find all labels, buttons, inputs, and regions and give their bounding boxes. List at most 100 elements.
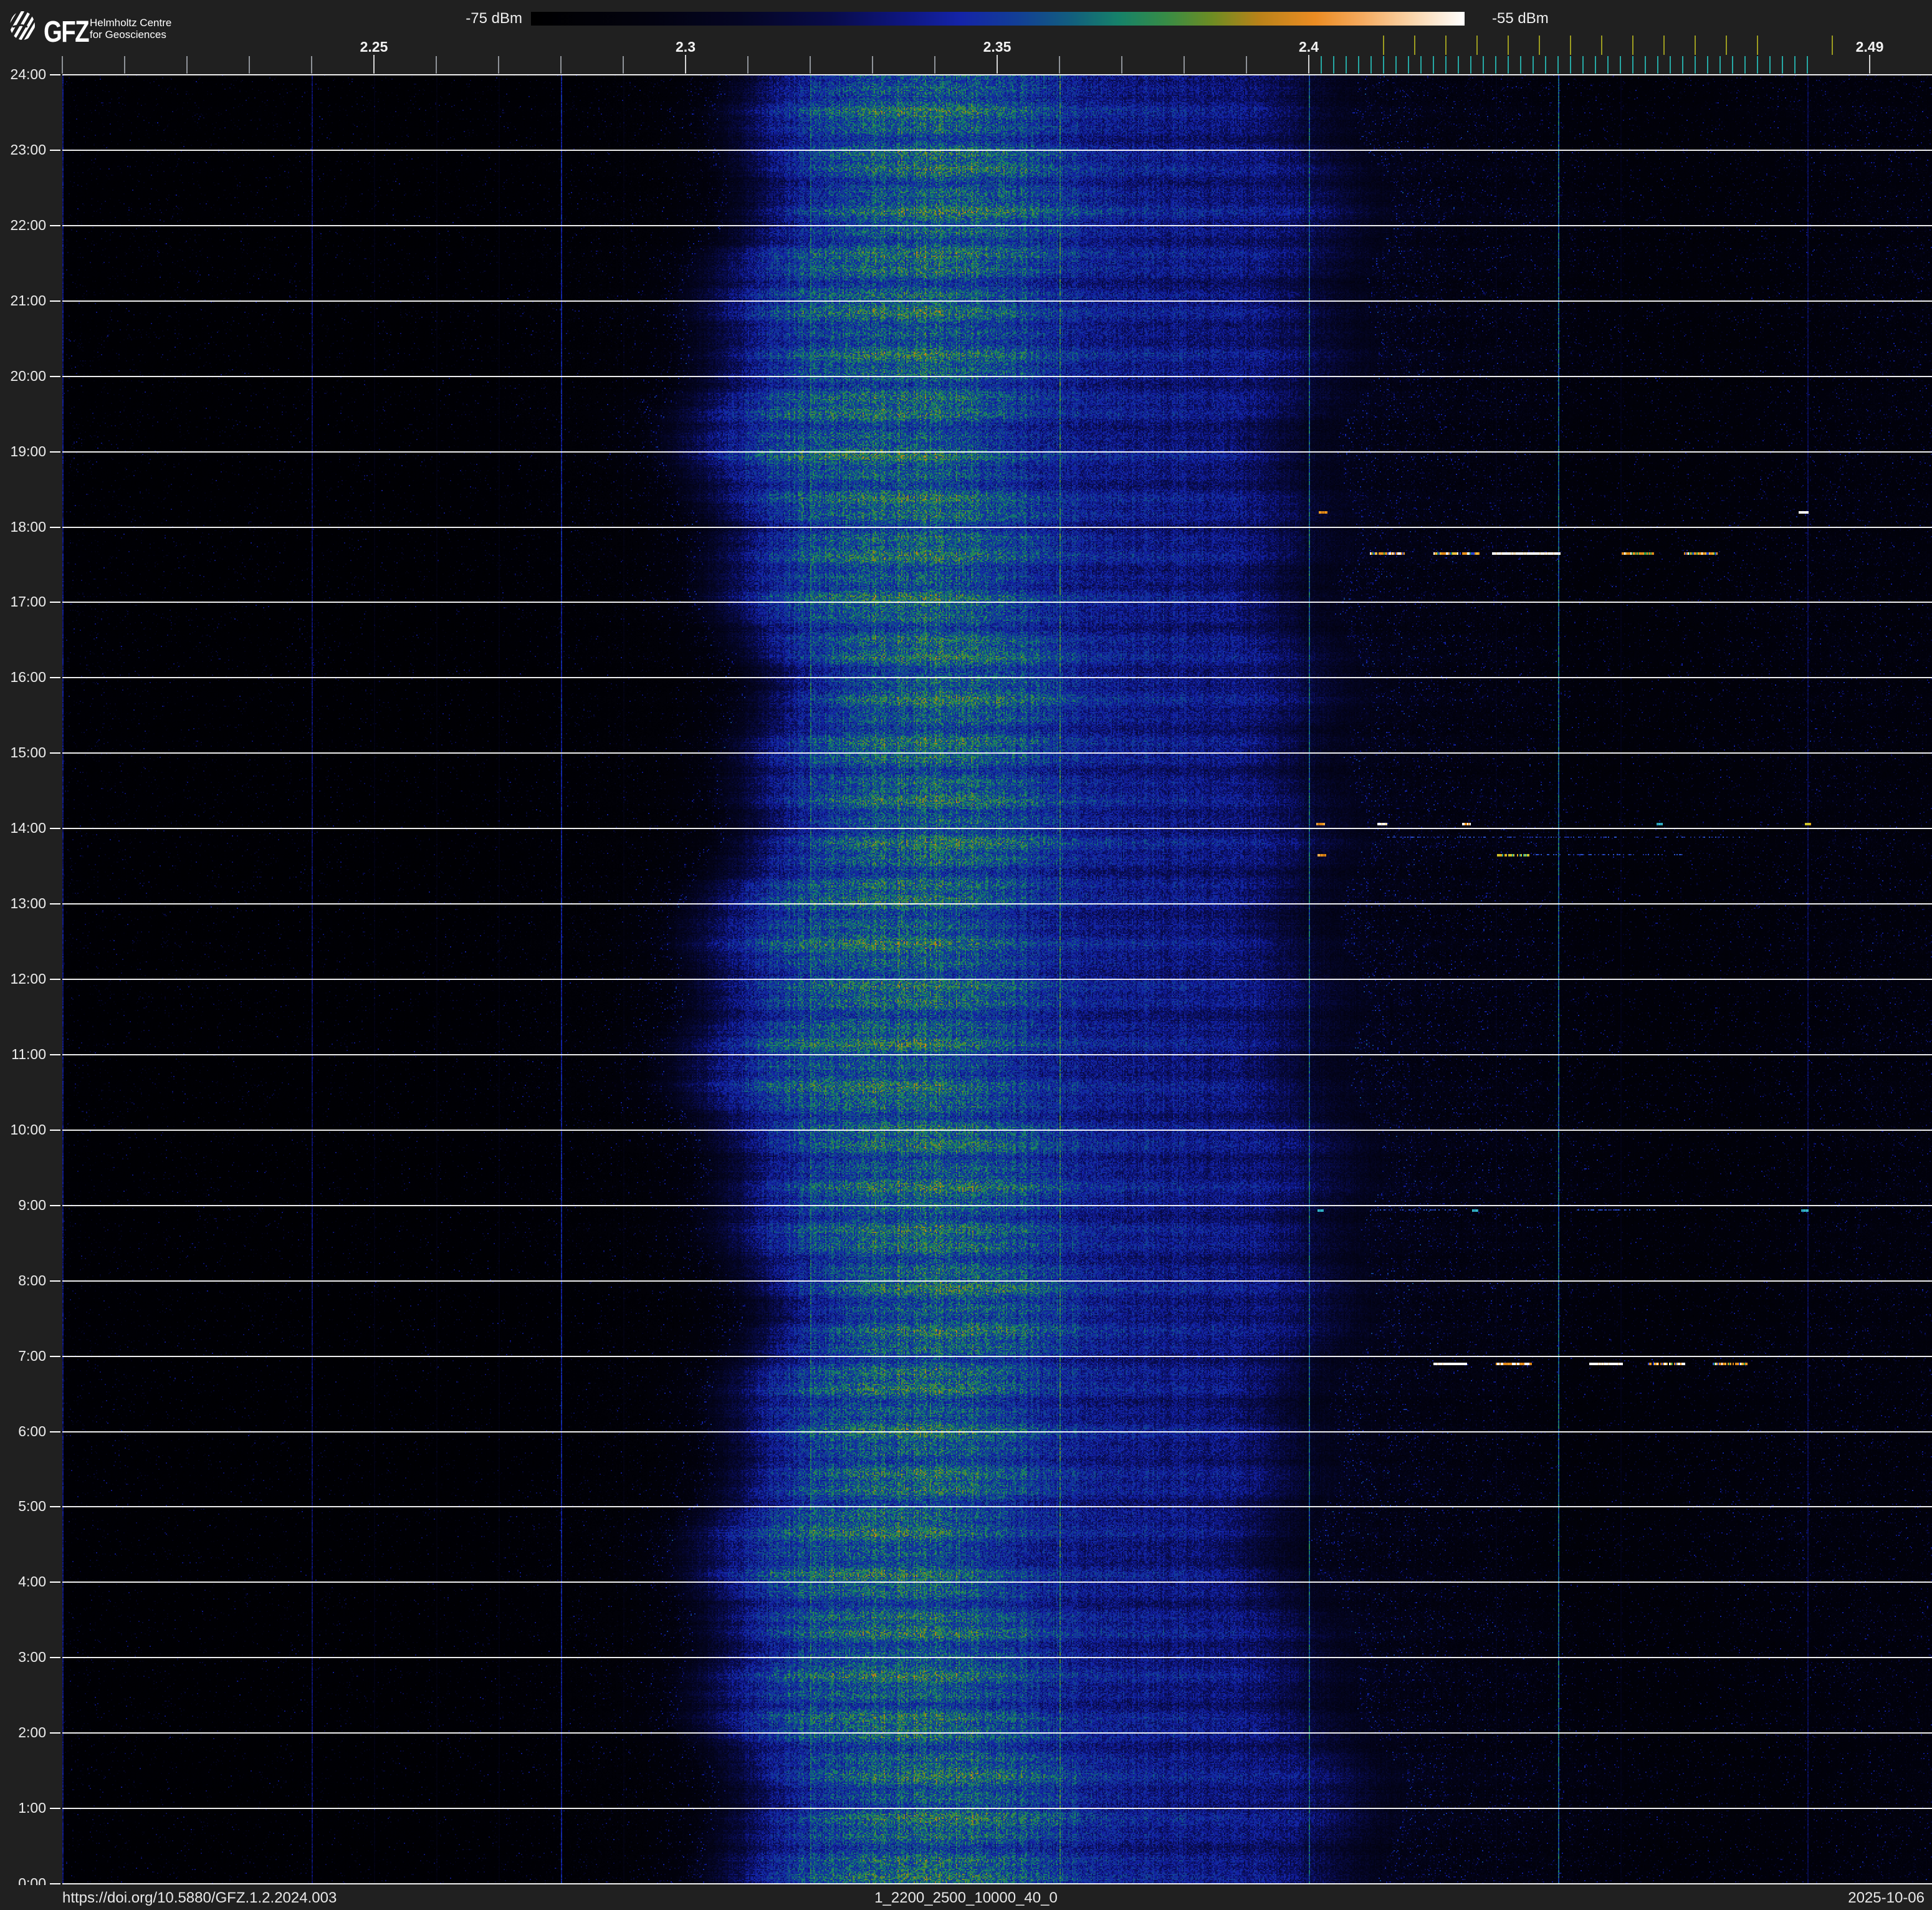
freq-tick-label: 2.4: [1299, 39, 1319, 55]
hour-gridline: [62, 677, 1932, 679]
ble-channel-tick: [1358, 56, 1359, 74]
hour-gridline: [62, 300, 1932, 302]
time-tick-label: 17:00: [10, 593, 46, 610]
freq-minor-tick: [872, 56, 873, 74]
ble-channel-tick: [1557, 56, 1559, 74]
time-tick-label: 23:00: [10, 141, 46, 158]
ble-channel-tick: [1508, 56, 1509, 74]
ble-channel-tick: [1657, 56, 1658, 74]
wifi-channel-tick: [1601, 36, 1602, 55]
ble-channel-tick: [1458, 56, 1459, 74]
freq-minor-tick: [1121, 56, 1122, 74]
hour-gridline: [62, 1732, 1932, 1734]
time-tick: [50, 1732, 60, 1734]
time-tick: [50, 752, 60, 754]
hour-gridline: [62, 979, 1932, 980]
hour-gridline: [62, 1657, 1932, 1659]
wifi-channel-tick: [1695, 36, 1696, 55]
wifi-channel-tick: [1476, 36, 1478, 55]
time-tick: [50, 300, 60, 302]
wifi-channel-tick: [1632, 36, 1633, 55]
freq-minor-tick: [498, 56, 499, 74]
ble-channel-tick: [1707, 56, 1708, 74]
colorbar: -75 dBm -55 dBm: [0, 0, 1932, 37]
spectrogram-page: GFZ Helmholtz Centre for Geosciences -75…: [0, 0, 1932, 1910]
freq-minor-tick: [1059, 56, 1060, 74]
ble-channel-tick: [1682, 56, 1683, 74]
ble-channel-tick: [1545, 56, 1546, 74]
hour-gridline: [62, 752, 1932, 754]
time-tick: [50, 1129, 60, 1131]
freq-minor-tick: [1246, 56, 1247, 74]
ble-channel-tick: [1645, 56, 1646, 74]
ble-channel-tick: [1483, 56, 1484, 74]
time-tick-label: 13:00: [10, 895, 46, 912]
freq-minor-tick: [62, 56, 63, 74]
time-tick: [50, 828, 60, 830]
colorbar-gradient: [531, 12, 1465, 26]
ble-channel-tick: [1695, 56, 1696, 74]
freq-major-tick: [997, 55, 998, 74]
time-tick: [50, 451, 60, 453]
freq-minor-tick: [186, 56, 188, 74]
hour-gridline: [62, 1506, 1932, 1508]
time-tick-label: 22:00: [10, 216, 46, 233]
ble-channel-tick: [1794, 56, 1796, 74]
time-tick-label: 3:00: [18, 1649, 46, 1666]
freq-minor-tick: [934, 56, 935, 74]
wifi-channel-tick: [1832, 36, 1833, 55]
ble-channel-tick: [1719, 56, 1721, 74]
time-tick: [50, 1883, 60, 1884]
time-tick-label: 20:00: [10, 367, 46, 384]
hour-gridline: [62, 1280, 1932, 1282]
ble-channel-tick: [1445, 56, 1447, 74]
freq-tick-label: 2.3: [676, 39, 696, 55]
freq-minor-tick: [436, 56, 437, 74]
ble-channel-tick: [1744, 56, 1746, 74]
time-tick-label: 18:00: [10, 518, 46, 535]
time-tick-label: 21:00: [10, 292, 46, 309]
time-tick-label: 1:00: [18, 1800, 46, 1816]
time-tick: [50, 979, 60, 980]
ble-channel-tick: [1346, 56, 1347, 74]
ble-channel-tick: [1732, 56, 1733, 74]
hour-gridline: [62, 224, 1932, 226]
freq-major-tick: [685, 55, 686, 74]
ble-channel-tick: [1769, 56, 1771, 74]
wifi-channel-tick: [1508, 36, 1509, 55]
hour-gridline: [62, 526, 1932, 528]
ble-channel-tick: [1570, 56, 1571, 74]
hour-gridline: [62, 1204, 1932, 1206]
ble-channel-tick: [1595, 56, 1596, 74]
wifi-channel-tick: [1726, 36, 1727, 55]
freq-major-tick: [373, 55, 375, 74]
wifi-channel-tick: [1757, 36, 1758, 55]
ble-channel-tick: [1383, 56, 1384, 74]
time-tick: [50, 1053, 60, 1055]
ble-channel-tick: [1520, 56, 1521, 74]
ble-channel-tick: [1370, 56, 1372, 74]
time-tick: [50, 1657, 60, 1659]
hour-gridline: [62, 149, 1932, 151]
freq-tick-label: 2.35: [983, 39, 1011, 55]
freq-minor-tick: [124, 56, 125, 74]
ble-channel-tick: [1395, 56, 1397, 74]
time-tick-label: 5:00: [18, 1498, 46, 1515]
time-tick: [50, 1355, 60, 1357]
time-tick-label: 24:00: [10, 66, 46, 82]
wifi-channel-tick: [1414, 36, 1415, 55]
colorbar-min-label: -75 dBm: [466, 10, 522, 27]
ble-channel-tick: [1757, 56, 1758, 74]
ble-channel-tick: [1470, 56, 1471, 74]
time-tick: [50, 1808, 60, 1810]
ble-channel-tick: [1807, 56, 1808, 74]
hour-gridline: [62, 602, 1932, 603]
hour-gridline: [62, 1808, 1932, 1810]
hour-gridline: [62, 1581, 1932, 1583]
time-tick: [50, 1280, 60, 1282]
footer-date: 2025-10-06: [1848, 1889, 1925, 1906]
hour-gridline: [62, 828, 1932, 830]
time-tick-label: 19:00: [10, 443, 46, 459]
wifi-channel-tick: [1383, 36, 1384, 55]
time-tick-label: 4:00: [18, 1573, 46, 1590]
